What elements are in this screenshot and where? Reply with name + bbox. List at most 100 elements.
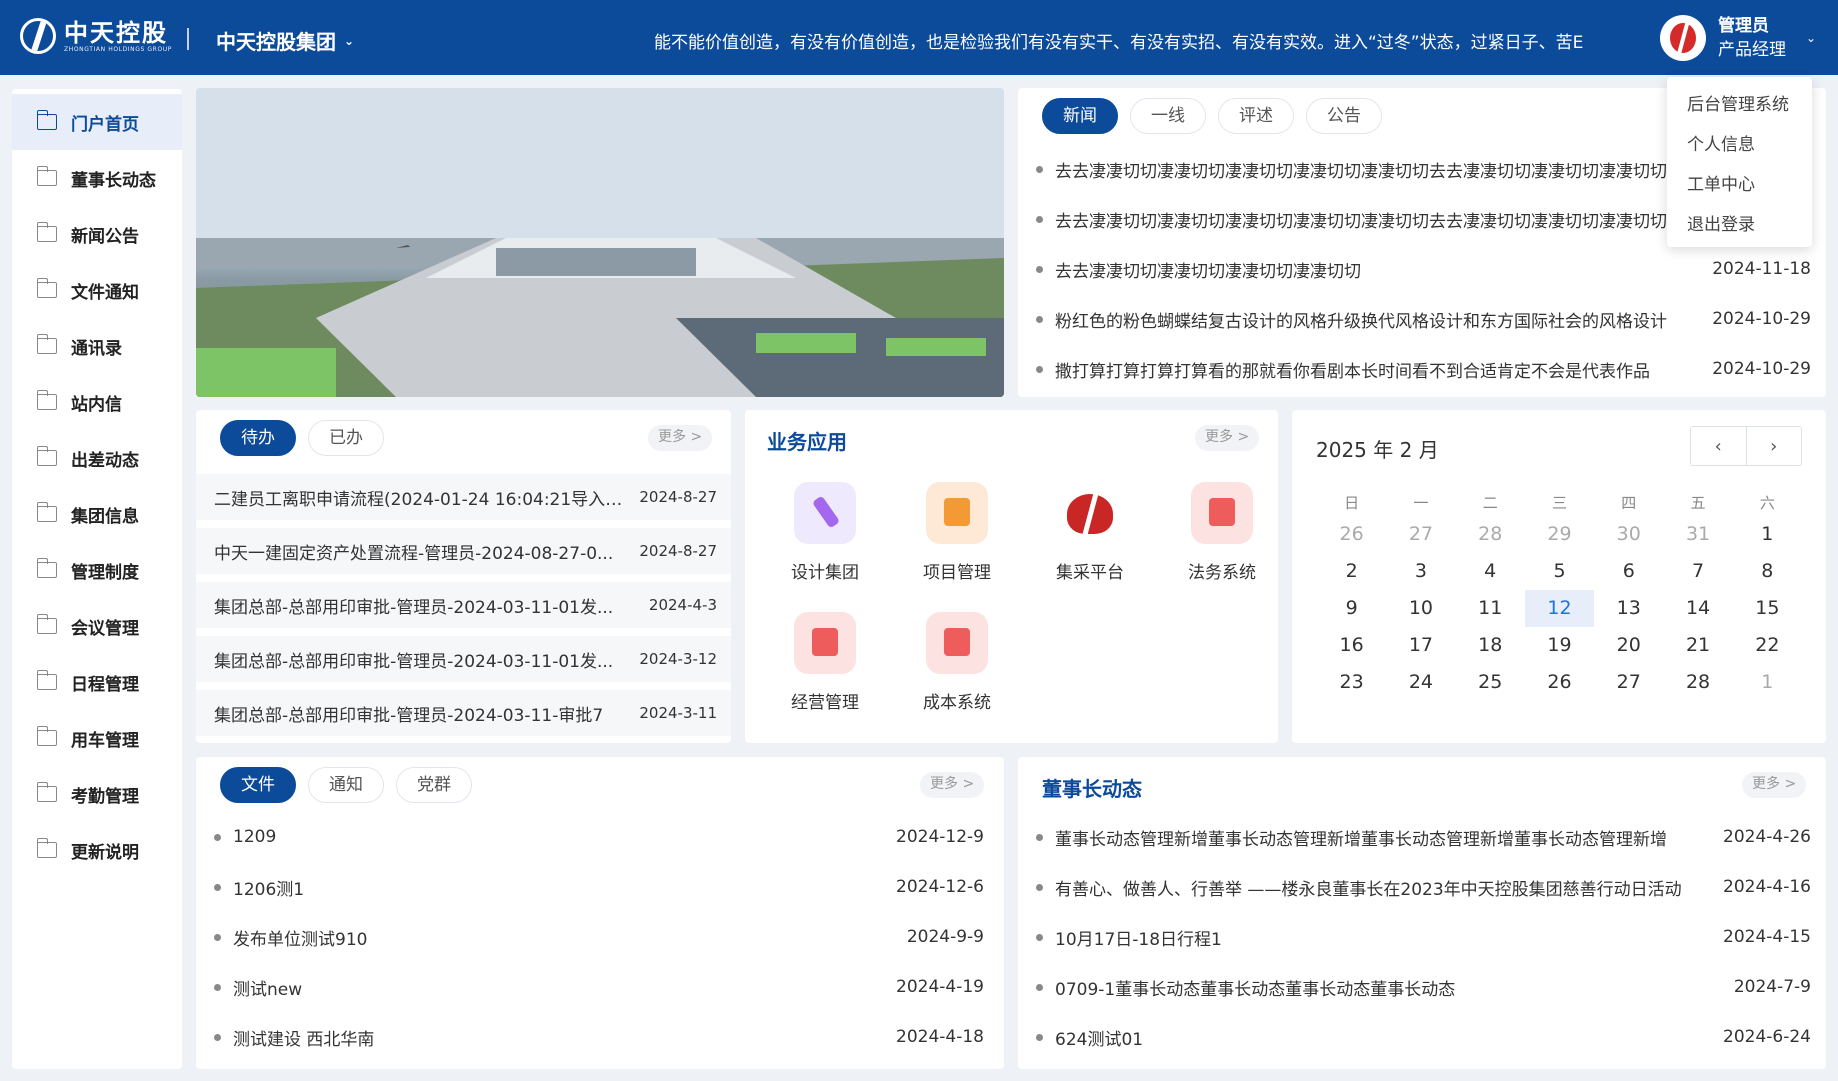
menu-item-profile[interactable]: 个人信息 (1667, 125, 1812, 165)
list-item[interactable]: 1209 2024-12-9 (214, 812, 984, 862)
calendar-day[interactable]: 24 (1386, 664, 1455, 701)
calendar-day[interactable]: 1 (1733, 664, 1802, 701)
sidebar-item-meetings[interactable]: 会议管理 (12, 598, 182, 654)
calendar-day[interactable]: 22 (1733, 627, 1802, 664)
calendar-day[interactable]: 8 (1733, 553, 1802, 590)
calendar-day[interactable]: 23 (1317, 664, 1386, 701)
menu-item-ticket-center[interactable]: 工单中心 (1667, 165, 1812, 205)
company-logo[interactable]: 中天控股 ZHONGTIAN HOLDINGS GROUP (20, 18, 172, 54)
list-item[interactable]: 测试new 2024-4-19 (214, 962, 984, 1012)
calendar-day[interactable]: 11 (1456, 590, 1525, 627)
list-item[interactable]: 去去凄凄切切凄凄切切凄凄切切凄凄切切 2024-11-18 (1036, 244, 1811, 294)
list-item[interactable]: 有善心、做善人、行善举 ——楼永良董事长在2023年中天控股集团慈善行动日活动 2… (1036, 862, 1811, 912)
sidebar-item-home[interactable]: 门户首页 (12, 94, 182, 150)
menu-item-admin-system[interactable]: 后台管理系统 (1667, 85, 1812, 125)
list-item[interactable]: 1206测1 2024-12-6 (214, 862, 984, 912)
tab-notices[interactable]: 通知 (308, 767, 384, 803)
calendar-day[interactable]: 2 (1317, 553, 1386, 590)
calendar-day[interactable]: 13 (1594, 590, 1663, 627)
calendar-day[interactable]: 31 (1663, 516, 1732, 553)
calendar-day[interactable]: 28 (1456, 516, 1525, 553)
tab-pending[interactable]: 待办 (220, 420, 296, 456)
tab-news[interactable]: 新闻 (1042, 98, 1118, 134)
table-row[interactable]: 中天一建固定资产处置流程-管理员-2024-08-27-0... 2024-8-2… (196, 528, 731, 574)
apps-more-button[interactable]: 更多 > (1195, 425, 1260, 451)
sidebar-item-schedule[interactable]: 日程管理 (12, 654, 182, 710)
list-item[interactable]: 粉红色的粉色蝴蝶结复古设计的风格升级换代风格设计和东方国际社会的风格设计 2024… (1036, 294, 1811, 344)
app-design-group[interactable]: 设计集团 (770, 482, 880, 583)
calendar-day[interactable]: 28 (1663, 664, 1732, 701)
sidebar-item-label: 用车管理 (71, 730, 139, 751)
calendar-day[interactable]: 19 (1525, 627, 1594, 664)
tab-done[interactable]: 已办 (308, 420, 384, 456)
calendar-day[interactable]: 3 (1386, 553, 1455, 590)
table-row[interactable]: 集团总部-总部用印审批-管理员-2024-03-11-01发... 2024-4-… (196, 582, 731, 628)
calendar-day[interactable]: 10 (1386, 590, 1455, 627)
calendar-day[interactable]: 18 (1456, 627, 1525, 664)
files-more-button[interactable]: 更多 > (920, 772, 985, 798)
calendar-day[interactable]: 15 (1733, 590, 1802, 627)
app-project-management[interactable]: 项目管理 (902, 482, 1012, 583)
app-legal[interactable]: 法务系统 (1167, 482, 1277, 583)
calendar-day[interactable]: 26 (1525, 664, 1594, 701)
calendar-day[interactable]: 30 (1594, 516, 1663, 553)
tab-commentary[interactable]: 评述 (1218, 98, 1294, 134)
calendar-day[interactable]: 9 (1317, 590, 1386, 627)
files-tabs: 文件 通知 党群 (220, 767, 472, 803)
prev-month-icon[interactable]: ‹ (1691, 427, 1747, 465)
calendar-day[interactable]: 5 (1525, 553, 1594, 590)
app-operation[interactable]: 经营管理 (770, 612, 880, 713)
list-item[interactable]: 10月17日-18日行程1 2024-4-15 (1036, 912, 1811, 962)
section-title: 董事长动态 (1035, 769, 1142, 802)
next-month-icon[interactable]: › (1747, 427, 1802, 465)
calendar-day[interactable]: 4 (1456, 553, 1525, 590)
calendar-day[interactable]: 21 (1663, 627, 1732, 664)
list-item[interactable]: 测试建设 西北华南 2024-4-18 (214, 1012, 984, 1062)
calendar-day[interactable]: 1 (1733, 516, 1802, 553)
sidebar-item-chairman[interactable]: 董事长动态 (12, 150, 182, 206)
table-row[interactable]: 集团总部-总部用印审批-管理员-2024-03-11-审批7 2024-3-11 (196, 690, 731, 736)
sidebar-item-messages[interactable]: 站内信 (12, 374, 182, 430)
sidebar-item-news[interactable]: 新闻公告 (12, 206, 182, 262)
tab-announcement[interactable]: 公告 (1306, 98, 1382, 134)
app-cost[interactable]: 成本系统 (902, 612, 1012, 713)
sidebar-item-group-info[interactable]: 集团信息 (12, 486, 182, 542)
table-row[interactable]: 二建员工离职申请流程(2024-01-24 16:04:21导入)... 2024… (196, 474, 731, 520)
sidebar-item-files[interactable]: 文件通知 (12, 262, 182, 318)
calendar-day[interactable]: 16 (1317, 627, 1386, 664)
list-item[interactable]: 0709-1董事长动态董事长动态董事长动态董事长动态 2024-7-9 (1036, 962, 1811, 1012)
todo-more-button[interactable]: 更多 > (648, 425, 713, 451)
sidebar-item-changelog[interactable]: 更新说明 (12, 822, 182, 878)
calendar-day[interactable]: 12 (1524, 590, 1595, 627)
calendar-day[interactable]: 29 (1525, 516, 1594, 553)
list-item[interactable]: 624测试01 2024-6-24 (1036, 1012, 1811, 1062)
list-item[interactable]: 发布单位测试910 2024-9-9 (214, 912, 984, 962)
sidebar-item-vehicles[interactable]: 用车管理 (12, 710, 182, 766)
calendar-day[interactable]: 27 (1594, 664, 1663, 701)
calendar-nav: ‹ › (1690, 426, 1802, 466)
menu-item-logout[interactable]: 退出登录 (1667, 205, 1812, 245)
sidebar-item-attendance[interactable]: 考勤管理 (12, 766, 182, 822)
app-procurement[interactable]: 集采平台 (1035, 482, 1145, 583)
calendar-day[interactable]: 6 (1594, 553, 1663, 590)
sidebar-item-regulations[interactable]: 管理制度 (12, 542, 182, 598)
calendar-day[interactable]: 7 (1663, 553, 1732, 590)
org-switcher[interactable]: 中天控股集团 ⌄ (216, 26, 354, 55)
banner-image[interactable] (196, 88, 1004, 397)
tab-frontline[interactable]: 一线 (1130, 98, 1206, 134)
sidebar-item-contacts[interactable]: 通讯录 (12, 318, 182, 374)
calendar-day[interactable]: 25 (1456, 664, 1525, 701)
user-menu-trigger[interactable]: 管理员 产品经理 ⌄ (1660, 14, 1816, 62)
calendar-day[interactable]: 17 (1386, 627, 1455, 664)
calendar-day[interactable]: 14 (1663, 590, 1732, 627)
sidebar-item-travel[interactable]: 出差动态 (12, 430, 182, 486)
table-row[interactable]: 集团总部-总部用印审批-管理员-2024-03-11-01发... 2024-3-… (196, 636, 731, 682)
calendar-day[interactable]: 26 (1317, 516, 1386, 553)
list-item[interactable]: 董事长动态管理新增董事长动态管理新增董事长动态管理新增董事长动态管理新增 2024… (1036, 812, 1811, 862)
calendar-day[interactable]: 20 (1594, 627, 1663, 664)
tab-party[interactable]: 党群 (396, 767, 472, 803)
chairman-more-button[interactable]: 更多 > (1742, 772, 1807, 798)
list-item[interactable]: 撒打算打算打算打算看的那就看你看剧本长时间看不到合适肯定不会是代表作品 2024-… (1036, 344, 1811, 394)
calendar-day[interactable]: 27 (1386, 516, 1455, 553)
tab-files[interactable]: 文件 (220, 767, 296, 803)
